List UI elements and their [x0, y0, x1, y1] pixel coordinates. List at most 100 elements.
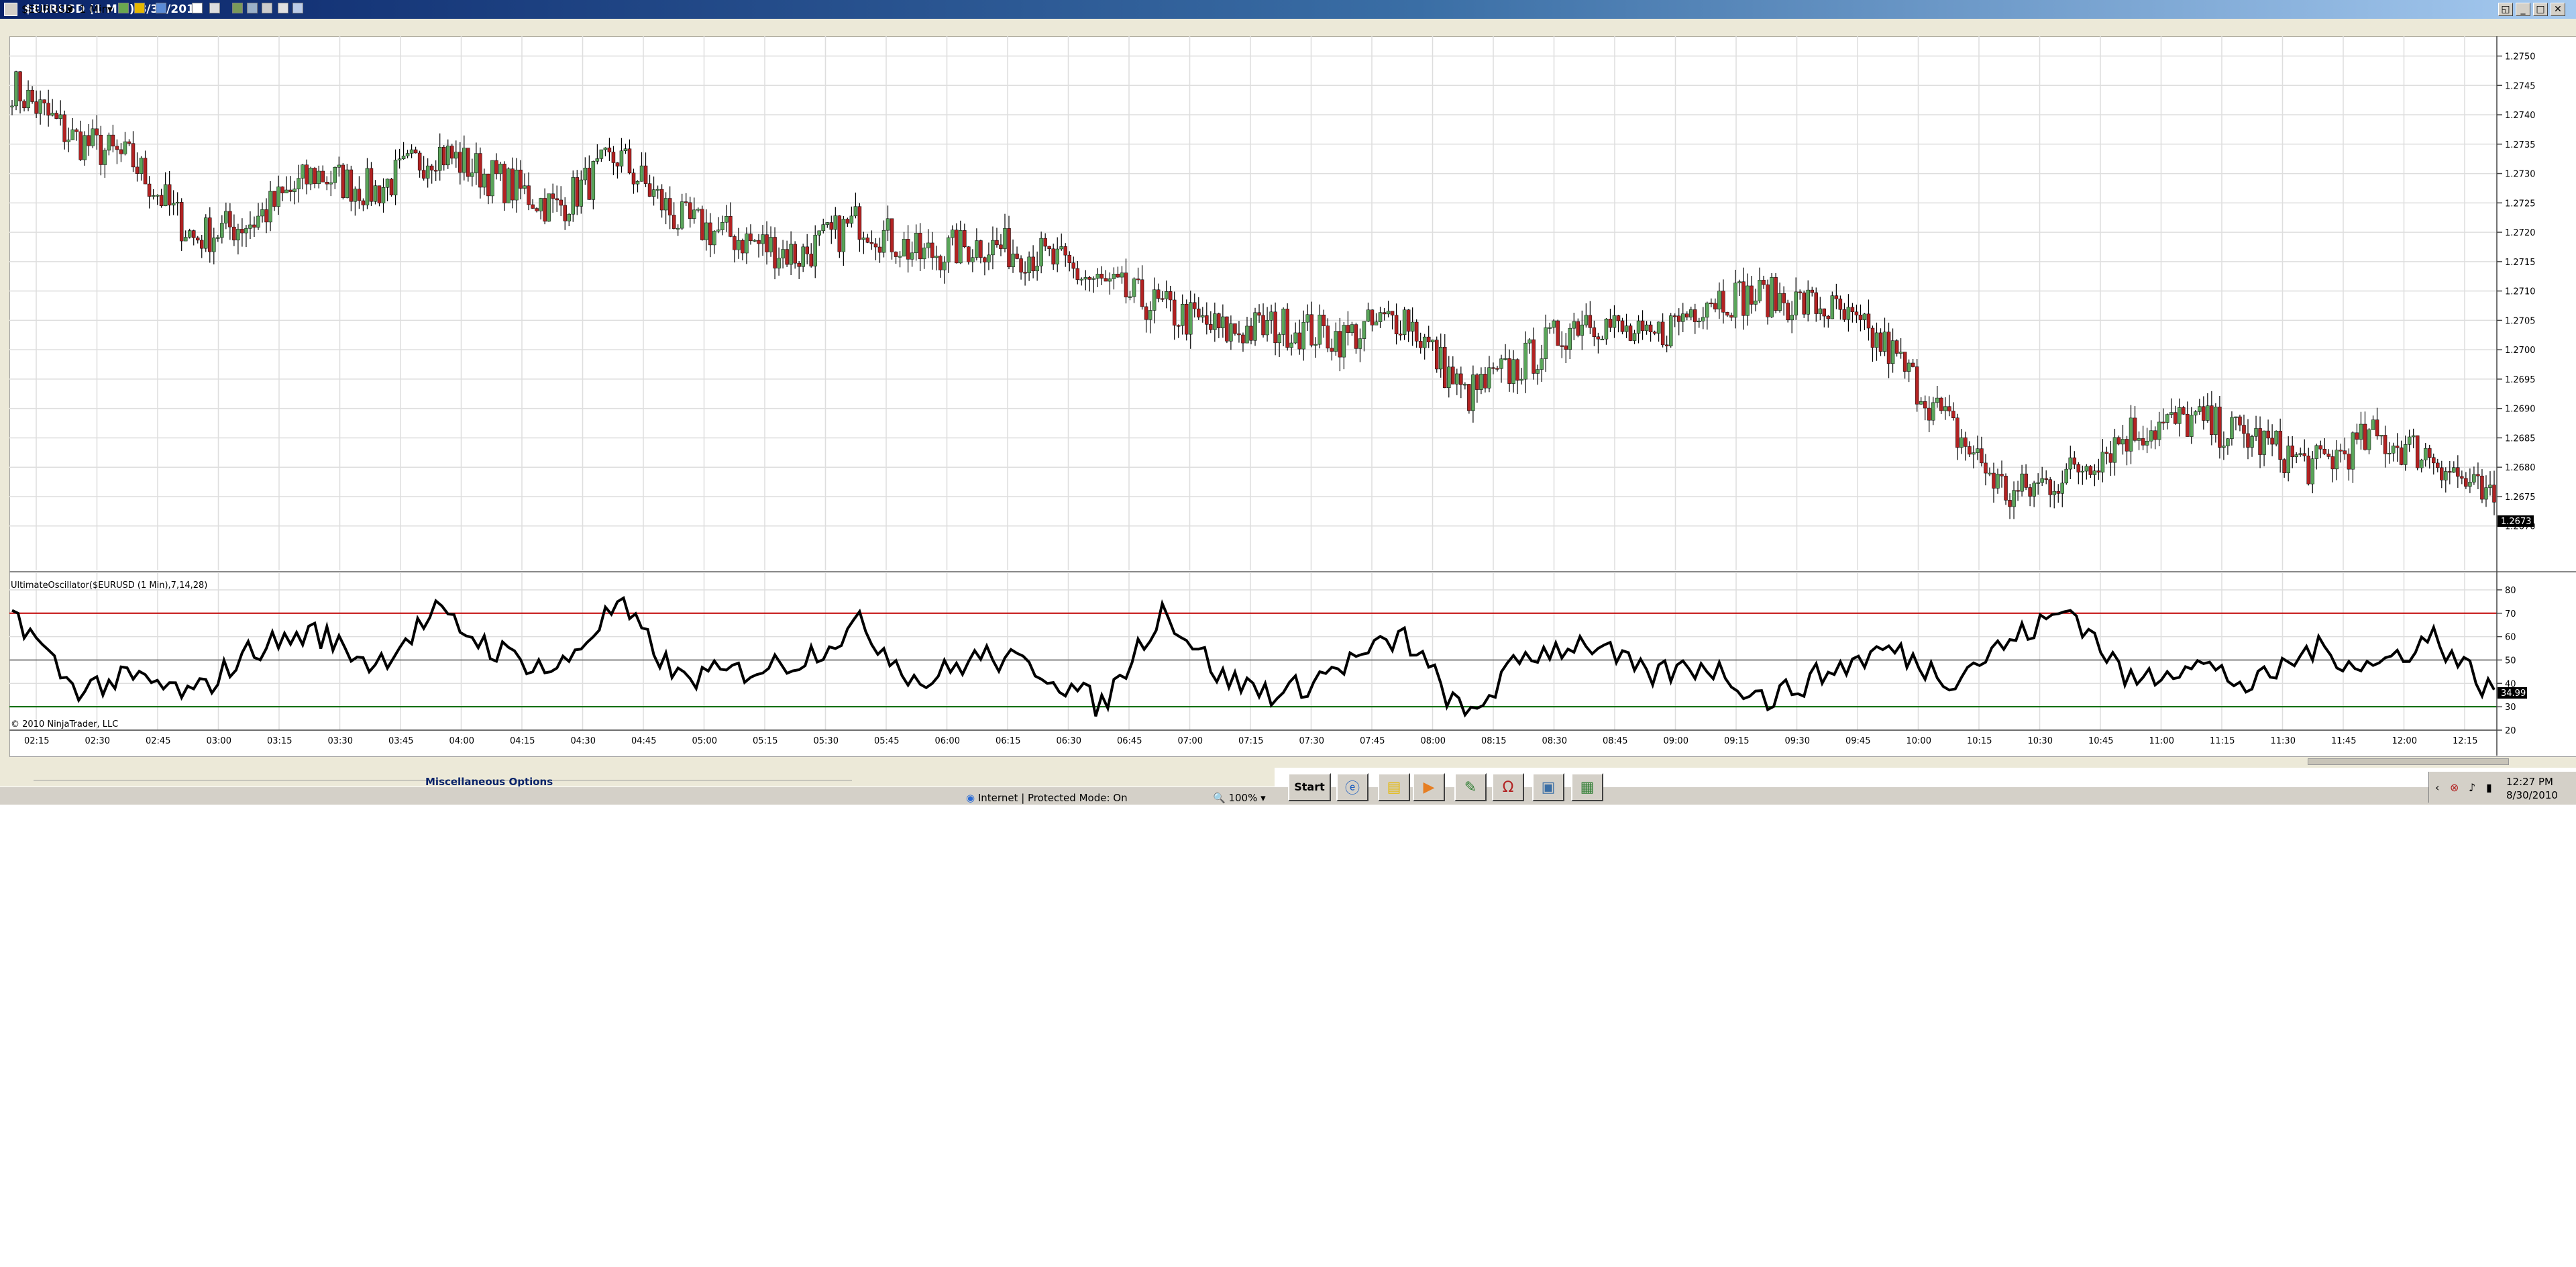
interval-selector[interactable]: 1 Min: [79, 3, 109, 15]
candle-body: [2040, 478, 2044, 483]
tray-arrow-icon[interactable]: ‹: [2435, 781, 2439, 794]
candle-body: [1729, 315, 1733, 318]
candle-body: [1193, 302, 1197, 309]
candle-body: [2436, 462, 2440, 468]
candle-body: [66, 140, 70, 142]
candle-body: [837, 215, 842, 252]
candle-body: [2359, 423, 2363, 440]
candle-body: [1818, 308, 1823, 314]
candle-body: [2169, 412, 2174, 415]
interval-dropdown-icon[interactable]: ▾: [107, 3, 113, 15]
zoom-control[interactable]: 🔍 100% ▾: [1213, 792, 1266, 804]
candle-body: [1572, 321, 1576, 329]
tray-speaker-icon[interactable]: ♪: [2469, 781, 2475, 794]
horizontal-scrollbar[interactable]: [9, 756, 2576, 768]
candle-body: [2084, 466, 2089, 472]
candle-body: [1632, 333, 1637, 341]
candle-body: [175, 202, 180, 204]
maximize-button[interactable]: □: [2533, 3, 2548, 16]
scrollbar-thumb[interactable]: [2308, 758, 2509, 765]
candle-body: [2310, 458, 2315, 485]
clock-date[interactable]: 8/30/2010: [2506, 789, 2558, 801]
properties-icon[interactable]: [262, 3, 272, 13]
candle-body: [381, 187, 386, 203]
candle-body: [1003, 228, 1007, 249]
candle-body: [2318, 445, 2323, 450]
candle-body: [2100, 452, 2105, 473]
candle-body: [297, 178, 301, 189]
ninjatrader-icon[interactable]: Ω: [1492, 773, 1524, 801]
time-axis-label: 02:45: [146, 736, 170, 746]
candle-body: [1217, 313, 1221, 328]
candle-body: [2326, 454, 2331, 457]
tray-power-icon[interactable]: ▮: [2486, 781, 2492, 794]
candle-body: [1680, 313, 1685, 322]
price-axis[interactable]: 1.2750 1.2745 1.2740 1.2735 1.2730 1.2725 1.27…: [2497, 52, 2536, 532]
candle-body: [910, 252, 914, 260]
instrument-dropdown-icon[interactable]: ▾: [67, 3, 72, 15]
candle-body: [789, 244, 793, 265]
chart-tool-icon[interactable]: ✎: [1454, 773, 1487, 801]
drawing-tool-icon[interactable]: [134, 3, 145, 13]
candle-body: [696, 209, 700, 211]
candle-body: [1612, 315, 1617, 328]
indicator-icon[interactable]: [156, 3, 166, 13]
candle-body: [583, 167, 588, 181]
start-button[interactable]: Start: [1288, 773, 1331, 801]
restore-pane-icon[interactable]: ◱: [2498, 3, 2513, 16]
folder-icon[interactable]: ▤: [1378, 773, 1410, 801]
strategy-icon[interactable]: [247, 3, 258, 13]
candle-body: [667, 198, 672, 215]
link-icon[interactable]: [292, 3, 303, 13]
zoom-out-icon[interactable]: [192, 3, 203, 13]
candle-body: [478, 153, 482, 188]
candle-body: [1907, 362, 1911, 372]
candle-body: [466, 148, 470, 177]
cursor-icon[interactable]: [209, 3, 220, 13]
zoom-dropdown-icon[interactable]: ▾: [1260, 792, 1266, 804]
template-icon[interactable]: [278, 3, 288, 13]
time-axis[interactable]: 02:15 02:30 02:45 03:00 03:15 03:30 03:45 04:00…: [24, 736, 2477, 746]
candle-body: [1778, 293, 1782, 311]
instrument-selector[interactable]: $EURUSD: [21, 3, 73, 15]
candle-body: [2274, 431, 2278, 445]
clock-time[interactable]: 12:27 PM: [2506, 776, 2553, 788]
candle-body: [2363, 423, 2367, 450]
tray-network-icon[interactable]: ⊗: [2450, 781, 2459, 794]
window-icon[interactable]: ▣: [1532, 773, 1564, 801]
oscillator-axis[interactable]: 80706050403020: [2497, 586, 2516, 736]
monitor-icon[interactable]: ▦: [1571, 773, 1603, 801]
candle-body: [607, 147, 612, 152]
candle-body: [769, 237, 773, 252]
title-bar[interactable]: [0, 0, 2576, 19]
close-button[interactable]: ✕: [2551, 3, 2565, 16]
candle-body: [2343, 450, 2347, 454]
candle-body: [523, 185, 527, 189]
candle-body: [2008, 500, 2012, 507]
candle-body: [1120, 272, 1124, 278]
candle-body: [1487, 367, 1491, 389]
ie-browser-icon[interactable]: ⓔ: [1336, 773, 1368, 801]
candle-body: [191, 230, 196, 238]
minimize-button[interactable]: _: [2516, 3, 2530, 16]
chart-app-icon[interactable]: [4, 3, 17, 16]
candle-body: [535, 208, 539, 211]
candle-body: [2088, 466, 2093, 475]
candle-body: [930, 242, 934, 258]
data-box-icon[interactable]: [232, 3, 243, 13]
candle-body: [745, 234, 749, 254]
candle-body: [498, 164, 502, 174]
media-player-icon[interactable]: ▶: [1413, 773, 1445, 801]
candle-body: [1721, 291, 1725, 313]
chart-area[interactable]: UltimateOscillator($EURUSD (1 Min),7,14,…: [0, 36, 2576, 758]
bar-type-icon[interactable]: [118, 3, 129, 13]
candle-body: [62, 114, 66, 142]
candle-body: [531, 204, 535, 209]
price-axis-label: 1.2735: [2505, 140, 2536, 150]
candle-body: [1205, 315, 1209, 325]
candle-body: [1083, 277, 1088, 280]
candle-body: [155, 195, 160, 197]
candle-body: [575, 177, 580, 207]
candle-body: [1338, 331, 1342, 358]
candle-body: [712, 231, 716, 246]
